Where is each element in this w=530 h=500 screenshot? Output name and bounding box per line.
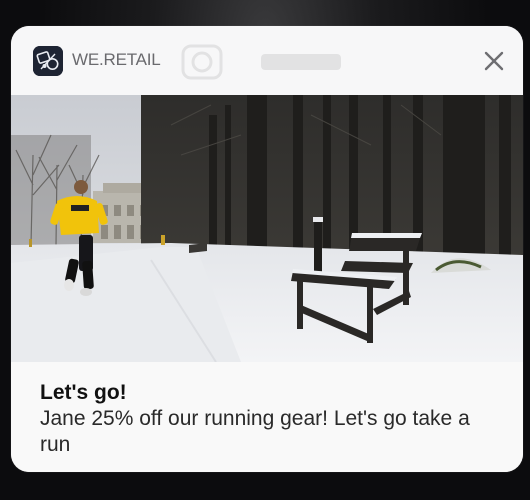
close-icon [484, 51, 504, 71]
we-retail-logo-icon [33, 46, 63, 76]
notification-title: Let's go! [40, 381, 127, 404]
notification-content[interactable]: Let's go! Jane 25% off our running gear!… [11, 362, 523, 472]
push-notification-card[interactable]: WE.RETAIL Let's go! Jane 25% off our run… [11, 26, 523, 472]
header-watermark [179, 40, 349, 84]
notification-header: WE.RETAIL [11, 26, 523, 95]
app-name: WE.RETAIL [72, 50, 161, 69]
snowy-park-runner-photo[interactable] [11, 95, 523, 362]
close-button[interactable] [481, 48, 507, 74]
notification-body: Jane 25% off our running gear! Let's go … [40, 407, 470, 456]
